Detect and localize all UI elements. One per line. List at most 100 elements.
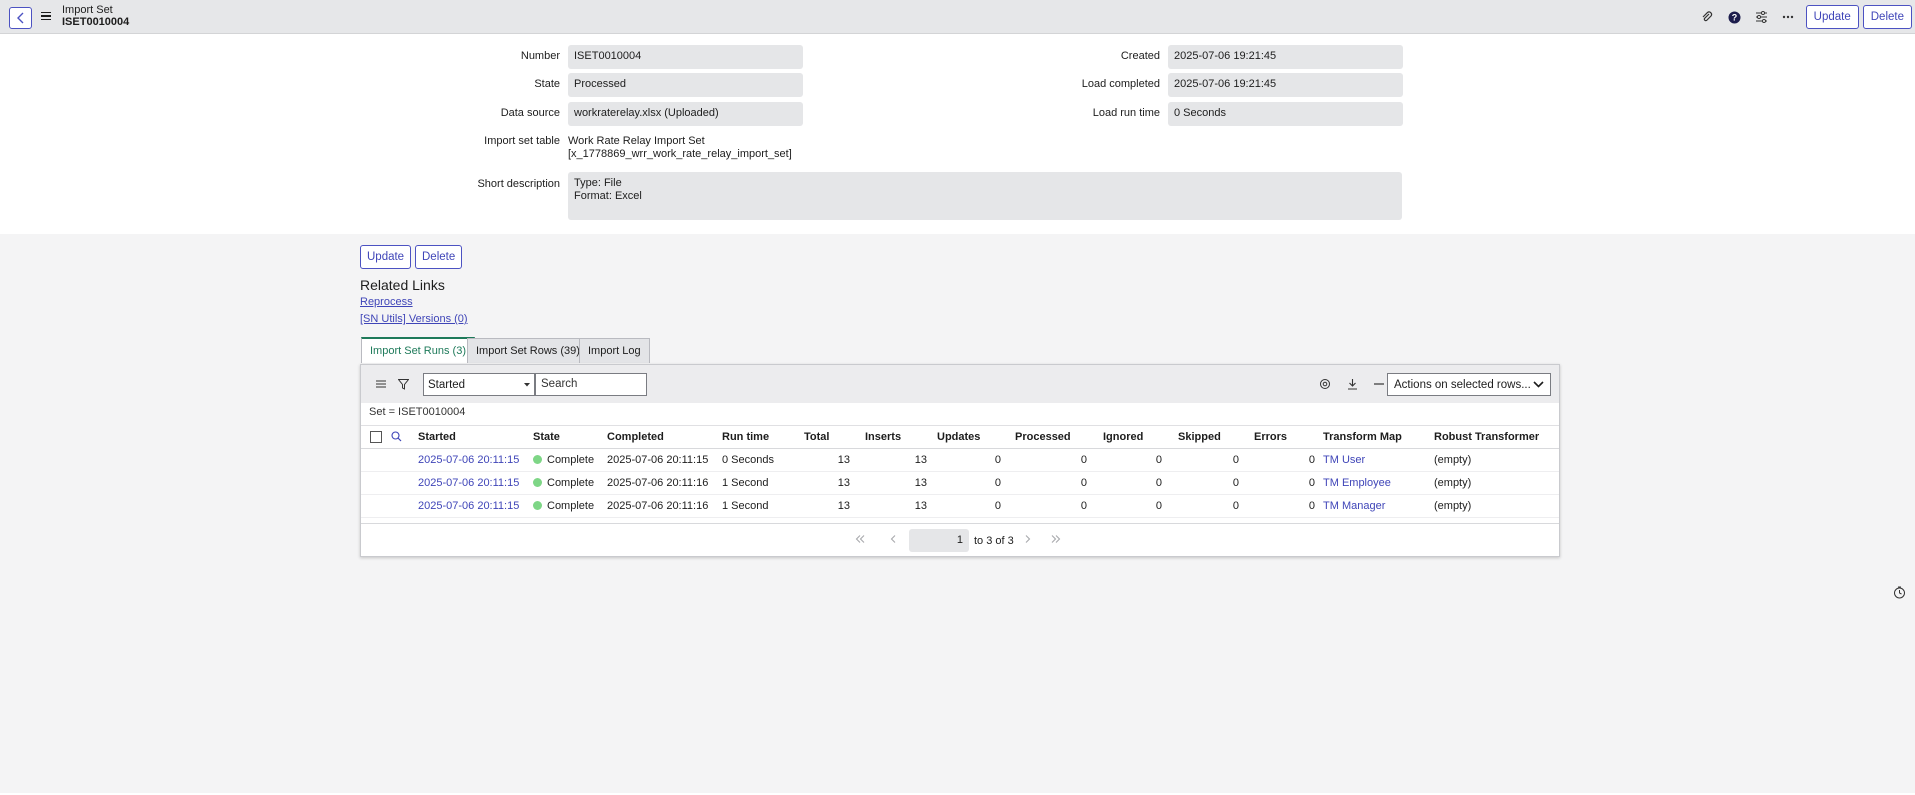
cell-updates: 0 bbox=[994, 477, 1001, 489]
tab-import-set-rows[interactable]: Import Set Rows (39) bbox=[467, 338, 589, 363]
cell-state-text: Complete bbox=[547, 477, 595, 489]
form-delete-button[interactable]: Delete bbox=[415, 245, 463, 269]
col-skipped[interactable]: Skipped bbox=[1178, 431, 1221, 443]
sn-utils-versions-link[interactable]: [SN Utils] Versions (0) bbox=[360, 313, 468, 325]
cell-processed: 0 bbox=[1080, 454, 1087, 466]
tab-import-log[interactable]: Import Log bbox=[579, 338, 650, 363]
cell-inserts: 13 bbox=[914, 454, 927, 466]
cell-total: 13 bbox=[837, 500, 850, 512]
cell-inserts: 13 bbox=[914, 477, 927, 489]
import-set-table-label: Import set table bbox=[484, 135, 560, 147]
cell-started[interactable]: 2025-07-06 20:11:15 bbox=[418, 500, 519, 512]
tab-import-set-runs[interactable]: Import Set Runs (3) bbox=[361, 337, 475, 363]
cell-robust-transformer: (empty) bbox=[1434, 454, 1472, 466]
filter-icon[interactable] bbox=[393, 375, 413, 393]
created-field[interactable]: 2025-07-06 19:21:45 bbox=[1168, 45, 1403, 69]
personalize-list-icon[interactable] bbox=[1315, 375, 1335, 393]
page-number-input[interactable]: 1 bbox=[909, 529, 969, 552]
created-label: Created bbox=[1120, 50, 1160, 62]
collapse-list-icon[interactable] bbox=[1369, 375, 1389, 393]
cell-started[interactable]: 2025-07-06 20:11:15 bbox=[418, 454, 519, 466]
related-list-panel: Started Search Actions on selected rows.… bbox=[360, 364, 1560, 557]
col-state[interactable]: State bbox=[533, 431, 560, 443]
cell-state-text: Complete bbox=[547, 454, 595, 466]
list-search-input[interactable]: Search bbox=[535, 373, 647, 396]
col-inserts[interactable]: Inserts bbox=[865, 431, 901, 443]
cell-transform-map[interactable]: TM User bbox=[1323, 454, 1365, 466]
cell-robust-transformer: (empty) bbox=[1434, 500, 1472, 512]
status-complete-icon bbox=[533, 501, 542, 510]
settings-sliders-icon[interactable] bbox=[1748, 6, 1775, 28]
col-updates[interactable]: Updates bbox=[937, 431, 980, 443]
load-run-time-label: Load run time bbox=[1092, 107, 1160, 119]
cell-ignored: 0 bbox=[1155, 477, 1162, 489]
help-icon[interactable]: ? bbox=[1721, 6, 1748, 28]
page-range-text: to 3 of 3 bbox=[974, 535, 1014, 547]
cell-completed: 2025-07-06 20:11:15 bbox=[607, 454, 709, 466]
col-run-time[interactable]: Run time bbox=[722, 431, 769, 443]
header-update-button[interactable]: Update bbox=[1805, 5, 1859, 29]
list-breadcrumb[interactable]: Set = ISET0010004 bbox=[369, 406, 465, 418]
search-field-select[interactable]: Started bbox=[423, 373, 535, 396]
status-complete-icon bbox=[533, 455, 542, 464]
more-options-icon[interactable] bbox=[1775, 6, 1802, 28]
cell-updates: 0 bbox=[994, 454, 1001, 466]
load-completed-field[interactable]: 2025-07-06 19:21:45 bbox=[1168, 73, 1403, 97]
col-processed[interactable]: Processed bbox=[1015, 431, 1071, 443]
reprocess-link[interactable]: Reprocess bbox=[360, 296, 413, 308]
cell-transform-map[interactable]: TM Employee bbox=[1323, 477, 1391, 489]
header-delete-button[interactable]: Delete bbox=[1862, 5, 1912, 29]
status-complete-icon bbox=[533, 478, 542, 487]
import-set-table-id: [x_1778869_wrr_work_rate_relay_import_se… bbox=[568, 148, 792, 160]
cell-state: Complete bbox=[533, 477, 594, 489]
paperclip-icon[interactable] bbox=[1694, 6, 1721, 28]
list-menu-icon[interactable] bbox=[371, 375, 391, 393]
load-run-time-field[interactable]: 0 Seconds bbox=[1168, 102, 1403, 126]
cell-run-time: 1 Second bbox=[722, 477, 769, 489]
col-errors[interactable]: Errors bbox=[1254, 431, 1287, 443]
column-search-icon[interactable] bbox=[391, 431, 402, 445]
cell-completed: 2025-07-06 20:11:16 bbox=[607, 477, 709, 489]
cell-transform-map[interactable]: TM Manager bbox=[1323, 500, 1385, 512]
cell-started[interactable]: 2025-07-06 20:11:15 bbox=[418, 477, 519, 489]
short-description-line-1: Type: File bbox=[574, 177, 622, 189]
col-total[interactable]: Total bbox=[804, 431, 829, 443]
caret-down-icon bbox=[524, 382, 530, 386]
col-started[interactable]: Started bbox=[418, 431, 456, 443]
cell-errors: 0 bbox=[1308, 454, 1315, 466]
context-menu-icon[interactable] bbox=[41, 10, 51, 22]
last-page-icon[interactable] bbox=[1051, 535, 1061, 546]
col-robust-transformer[interactable]: Robust Transformer bbox=[1434, 431, 1539, 443]
next-page-icon[interactable] bbox=[1025, 535, 1031, 546]
first-page-icon[interactable] bbox=[855, 535, 865, 546]
table-row: 2025-07-06 20:11:15 Complete 2025-07-06 … bbox=[361, 495, 1559, 518]
cell-run-time: 1 Second bbox=[722, 500, 769, 512]
list-pagination: 1 to 3 of 3 bbox=[361, 523, 1559, 557]
form-update-button[interactable]: Update bbox=[360, 245, 412, 269]
cell-errors: 0 bbox=[1308, 477, 1315, 489]
cell-state-text: Complete bbox=[547, 500, 595, 512]
number-label: Number bbox=[520, 50, 560, 62]
back-button[interactable] bbox=[9, 7, 32, 29]
select-all-checkbox[interactable] bbox=[370, 431, 382, 443]
cell-completed: 2025-07-06 20:11:16 bbox=[607, 500, 709, 512]
state-label: State bbox=[534, 78, 560, 90]
data-source-label: Data source bbox=[500, 107, 560, 119]
cell-state: Complete bbox=[533, 454, 594, 466]
form-body: Number ISET0010004 State Processed Data … bbox=[0, 34, 1915, 234]
state-field[interactable]: Processed bbox=[568, 73, 803, 97]
col-transform-map[interactable]: Transform Map bbox=[1323, 431, 1402, 443]
cell-skipped: 0 bbox=[1232, 477, 1239, 489]
table-row: 2025-07-06 20:11:15 Complete 2025-07-06 … bbox=[361, 449, 1559, 472]
data-source-field[interactable]: workraterelay.xlsx (Uploaded) bbox=[568, 102, 803, 126]
actions-on-selected-rows-select[interactable]: Actions on selected rows... bbox=[1387, 373, 1551, 396]
number-field[interactable]: ISET0010004 bbox=[568, 45, 803, 69]
col-completed[interactable]: Completed bbox=[607, 431, 664, 443]
previous-page-icon[interactable] bbox=[890, 535, 896, 546]
cell-inserts: 13 bbox=[914, 500, 927, 512]
download-icon[interactable] bbox=[1342, 375, 1362, 393]
col-ignored[interactable]: Ignored bbox=[1103, 431, 1143, 443]
response-time-icon[interactable] bbox=[1893, 586, 1907, 600]
title-record-number: ISET0010004 bbox=[62, 16, 130, 28]
short-description-field[interactable]: Type: File Format: Excel bbox=[568, 172, 1402, 220]
